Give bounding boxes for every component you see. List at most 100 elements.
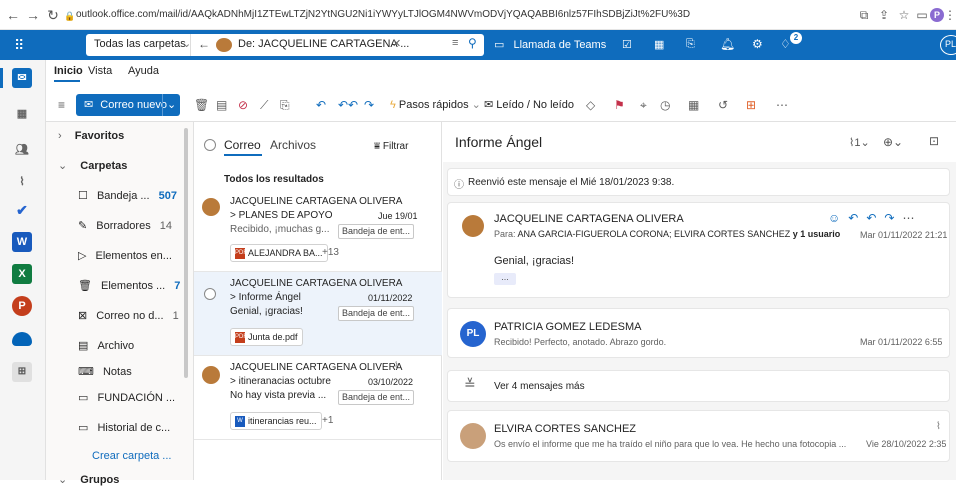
pin-icon[interactable]: ⌖ (640, 96, 647, 114)
more-recipients[interactable]: y 1 usuario (793, 229, 841, 239)
tab-archivos[interactable]: Archivos (270, 138, 316, 152)
profile-icon[interactable]: P (930, 8, 944, 22)
search-icon[interactable]: ⚲ (468, 36, 477, 50)
read-unread-button[interactable]: ✉ Leído / No leído (484, 96, 574, 114)
favorites-header[interactable]: › Favoritos (46, 126, 194, 146)
tab-correo[interactable]: Correo (224, 138, 261, 152)
attachment-icon[interactable]: ⌇ (12, 172, 32, 192)
sender-name[interactable]: JACQUELINE CARTAGENA OLIVERA (494, 213, 684, 225)
folder-inbox[interactable]: ☐ Bandeja ... 507 (46, 186, 194, 206)
profile-avatar[interactable]: PL (940, 35, 956, 55)
report-icon[interactable]: ⊘ (238, 96, 248, 114)
install-app-icon[interactable]: ⧉ (856, 7, 872, 23)
collapsed-message[interactable]: PL PATRICIA GOMEZ LEDESMA Recibido! Perf… (447, 308, 950, 358)
zoom-icon[interactable]: ⊕⌄ (883, 135, 903, 149)
select-all-checkbox[interactable] (204, 139, 216, 151)
tab-inicio[interactable]: Inicio (54, 65, 83, 77)
snooze-icon[interactable]: ◷ (660, 96, 670, 114)
tab-vista[interactable]: Vista (88, 65, 112, 77)
forward-icon[interactable]: ↷ (364, 96, 374, 114)
folder-junk[interactable]: ⊠ Correo no d... 1 (46, 306, 194, 326)
reply-all-icon[interactable]: ↶↶ (338, 96, 358, 114)
todo-icon[interactable]: ☑ (622, 38, 632, 51)
folder-fundacion[interactable]: ▭ FUNDACIÓN ... (46, 388, 194, 408)
filter-button[interactable]: ⩸ Filtrar (374, 141, 408, 152)
archive-icon[interactable]: ▤ (216, 96, 227, 114)
undo-icon[interactable]: ↺ (718, 96, 728, 114)
tab-ayuda[interactable]: Ayuda (128, 65, 159, 77)
show-quoted-button[interactable]: ... (494, 273, 516, 285)
filter-options-icon[interactable]: ≡ (452, 37, 458, 49)
new-mail-button[interactable]: ✉ Correo nuevo ⌄ (76, 94, 180, 116)
folder-archive[interactable]: ▤ Archivo (46, 336, 194, 356)
calendar-icon[interactable]: ▦ (12, 104, 32, 124)
quick-steps-button[interactable]: ϟ Pasos rápidos ⌄ (390, 96, 481, 114)
folder-scrollbar[interactable] (184, 128, 188, 378)
reload-icon[interactable]: ↻ (44, 6, 62, 24)
sweep-icon[interactable]: ⟋ (260, 96, 268, 114)
more-icon[interactable]: ⋯ (902, 211, 922, 225)
message-checkbox[interactable] (204, 288, 216, 300)
folder-scope-dropdown[interactable]: Todas las carpetas (94, 38, 186, 50)
sender-name: PATRICIA GOMEZ LEDESMA (494, 321, 642, 333)
back-icon[interactable]: ← (4, 6, 22, 24)
groups-header[interactable]: ⌄ Grupos (46, 470, 194, 490)
my-day-icon[interactable]: ⎘ (686, 38, 695, 51)
chevron-down-icon[interactable]: ⌄ (167, 94, 176, 116)
delete-icon[interactable]: 🗑︎ (194, 96, 209, 114)
sidebar-icon[interactable]: ▭ (914, 7, 930, 23)
apps-icon[interactable]: ⊞ (746, 96, 756, 114)
search-query[interactable]: De: JACQUELINE CARTAGENA ... (238, 38, 409, 50)
folder-sent[interactable]: ▷ Elementos en... (46, 246, 194, 266)
reply-icon[interactable]: ↶ (316, 96, 326, 114)
open-in-window-icon[interactable]: ⊡ (929, 134, 939, 148)
gear-icon[interactable]: ⚙ (752, 37, 763, 51)
todo-check-icon[interactable]: ✔ (12, 200, 32, 220)
reply-all-icon[interactable]: ↶ (866, 211, 884, 225)
app-launcher-icon[interactable]: ⠿ (14, 37, 24, 54)
share-icon[interactable]: ⇪ (876, 7, 892, 23)
powerpoint-icon[interactable]: P (12, 296, 32, 316)
message-item[interactable]: JACQUELINE CARTAGENA OLIVERA ⌇ > itinera… (194, 356, 442, 440)
reply-icon[interactable]: ↶ (848, 211, 866, 225)
attachment-chip[interactable]: PDFALEJANDRA BA... (230, 244, 328, 262)
forward-icon[interactable]: → (24, 6, 42, 24)
onedrive-icon[interactable] (12, 332, 32, 346)
recipients[interactable]: ANA GARCIA-FIGUEROLA CORONA; ELVIRA CORT… (518, 229, 791, 239)
message-item[interactable]: JACQUELINE CARTAGENA OLIVERA > PLANES DE… (194, 190, 442, 272)
move-to-icon[interactable]: ⎘ (280, 96, 290, 114)
excel-icon[interactable]: X (12, 264, 32, 284)
address-bar[interactable]: outlook.office.com/mail/id/AAQkADNhMjI1Z… (76, 6, 766, 24)
more-apps-icon[interactable]: ⊞ (12, 362, 32, 382)
people-icon[interactable]: 👥︎ (12, 140, 32, 160)
calendar-icon[interactable]: ▦ (654, 38, 664, 51)
browser-menu-icon[interactable]: ⋮ (944, 7, 956, 23)
folders-header[interactable]: ⌄ Carpetas (46, 156, 194, 176)
message-item-selected[interactable]: JACQUELINE CARTAGENA OLIVERA > Informe Á… (194, 272, 442, 356)
smiley-icon[interactable]: ☺ (828, 211, 848, 225)
back-arrow-icon[interactable]: ← (198, 37, 210, 51)
attachment-chip[interactable]: PDFJunta de.pdf (230, 328, 303, 346)
flag-icon[interactable]: ⚑ (614, 96, 625, 114)
more-options-icon[interactable]: ⋯ (776, 96, 788, 114)
attachment-count[interactable]: ⌇1⌄ (849, 136, 870, 149)
forward-icon[interactable]: ↷ (884, 211, 902, 225)
mail-icon[interactable]: ✉ (12, 68, 32, 88)
attachment-chip[interactable]: Witinerancias reu... (230, 412, 322, 430)
folder-history[interactable]: ▭ Historial de c... (46, 418, 194, 438)
hamburger-icon[interactable]: ≡ (58, 96, 65, 114)
search-box[interactable]: Todas las carpetas ⌄ ← De: JACQUELINE CA… (86, 34, 484, 56)
rules-icon[interactable]: ▦ (688, 96, 699, 114)
bell-icon[interactable]: 🔔︎ (720, 37, 735, 51)
folder-drafts[interactable]: ✎ Borradores 14 (46, 216, 194, 236)
see-more-messages[interactable]: ≚ Ver 4 mensajes más (447, 370, 950, 402)
teams-call-button[interactable]: ▭ Llamada de Teams (494, 38, 606, 51)
tag-icon[interactable]: ◇ (586, 96, 595, 114)
folder-notes[interactable]: ⌨ Notas (46, 362, 194, 382)
collapsed-message[interactable]: ELVIRA CORTES SANCHEZ ⌇ Os envío el info… (447, 410, 950, 462)
bookmark-star-icon[interactable]: ☆ (896, 7, 912, 23)
word-icon[interactable]: W (12, 232, 32, 252)
create-folder-link[interactable]: Crear carpeta ... (46, 446, 194, 466)
folder-deleted[interactable]: 🗑︎ Elementos ... 7 (46, 276, 194, 296)
clear-search-icon[interactable]: ✕ (392, 37, 401, 50)
